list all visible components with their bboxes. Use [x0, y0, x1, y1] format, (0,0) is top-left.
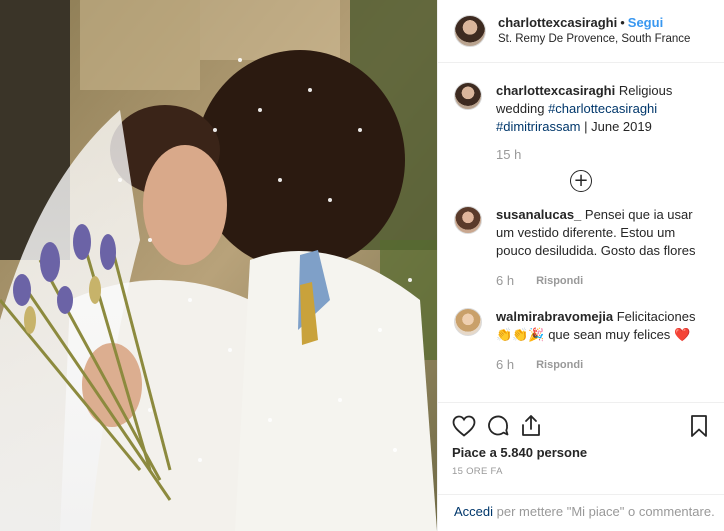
bookmark-icon[interactable] [690, 412, 712, 440]
caption: charlottexcasiraghi Religious wedding #c… [438, 64, 724, 164]
heart-icon[interactable] [452, 412, 486, 440]
timestamp[interactable]: 6 h [496, 272, 514, 290]
post-time-ago[interactable]: 15 ORE FA [452, 466, 712, 477]
follow-button[interactable]: Segui [628, 15, 663, 30]
add-icon[interactable]: + [570, 170, 592, 192]
clap-emoji: 👏👏🎉 [496, 327, 545, 342]
share-icon[interactable] [520, 412, 554, 440]
comment-item: walmirabravomejia Felicitaciones 👏👏🎉 que… [438, 290, 724, 374]
comment-item: susanalucas_ Pensei que ia usar um vesti… [438, 206, 724, 290]
comment-icon[interactable] [486, 412, 520, 440]
avatar[interactable] [454, 308, 482, 336]
caption-body: charlottexcasiraghi Religious wedding #c… [496, 82, 712, 164]
action-bar: Piace a 5.840 persone 15 ORE FA [438, 402, 724, 477]
post-photo[interactable] [0, 0, 437, 531]
username-link[interactable]: walmirabravomejia [496, 309, 613, 324]
username-link[interactable]: charlottexcasiraghi [498, 15, 617, 30]
timestamp[interactable]: 15 h [496, 146, 712, 164]
load-more: + [438, 164, 724, 206]
username-link[interactable]: susanalucas_ [496, 207, 581, 222]
comment-body: walmirabravomejia Felicitaciones 👏👏🎉 que… [496, 308, 712, 374]
comment-text: Felicitaciones [616, 309, 696, 324]
instagram-post: charlottexcasiraghi • Segui St. Remy De Pr… [0, 0, 724, 531]
username-link[interactable]: charlottexcasiraghi [496, 83, 615, 98]
comments-section: charlottexcasiraghi Religious wedding #c… [438, 64, 724, 402]
reply-button[interactable]: Rispondi [536, 272, 583, 290]
post-header: charlottexcasiraghi • Segui St. Remy De Pr… [438, 0, 724, 63]
location-link[interactable]: St. Remy De Provence, South France [498, 31, 690, 48]
hashtag-link[interactable]: #charlottecasiraghi [548, 101, 657, 116]
avatar[interactable] [454, 15, 486, 47]
login-prompt: Accedi per mettere "Mi piace" o commenta… [438, 494, 724, 531]
wedding-kiss-photo [0, 0, 437, 531]
login-prompt-text: per mettere "Mi piace" o commentare. [493, 504, 715, 519]
comment-meta: 6 h Rispondi [496, 272, 712, 290]
comment-meta: 6 h Rispondi [496, 356, 712, 374]
separator-dot: • [620, 15, 625, 30]
post-sidebar: charlottexcasiraghi • Segui St. Remy De Pr… [437, 0, 724, 531]
login-link[interactable]: Accedi [454, 504, 493, 519]
avatar[interactable] [454, 82, 482, 110]
timestamp[interactable]: 6 h [496, 356, 514, 374]
heart-emoji: ❤️ [673, 327, 691, 342]
caption-text: | June 2019 [584, 119, 652, 134]
reply-button[interactable]: Rispondi [536, 356, 583, 374]
comment-body: susanalucas_ Pensei que ia usar um vesti… [496, 206, 712, 290]
action-icons [452, 411, 712, 441]
avatar[interactable] [454, 206, 482, 234]
header-text: charlottexcasiraghi • Segui St. Remy De Pr… [498, 14, 690, 48]
hashtag-link[interactable]: #dimitrirassam [496, 119, 581, 134]
likes-count[interactable]: Piace a 5.840 persone [452, 445, 712, 460]
comment-text: que sean muy felices [548, 327, 671, 342]
